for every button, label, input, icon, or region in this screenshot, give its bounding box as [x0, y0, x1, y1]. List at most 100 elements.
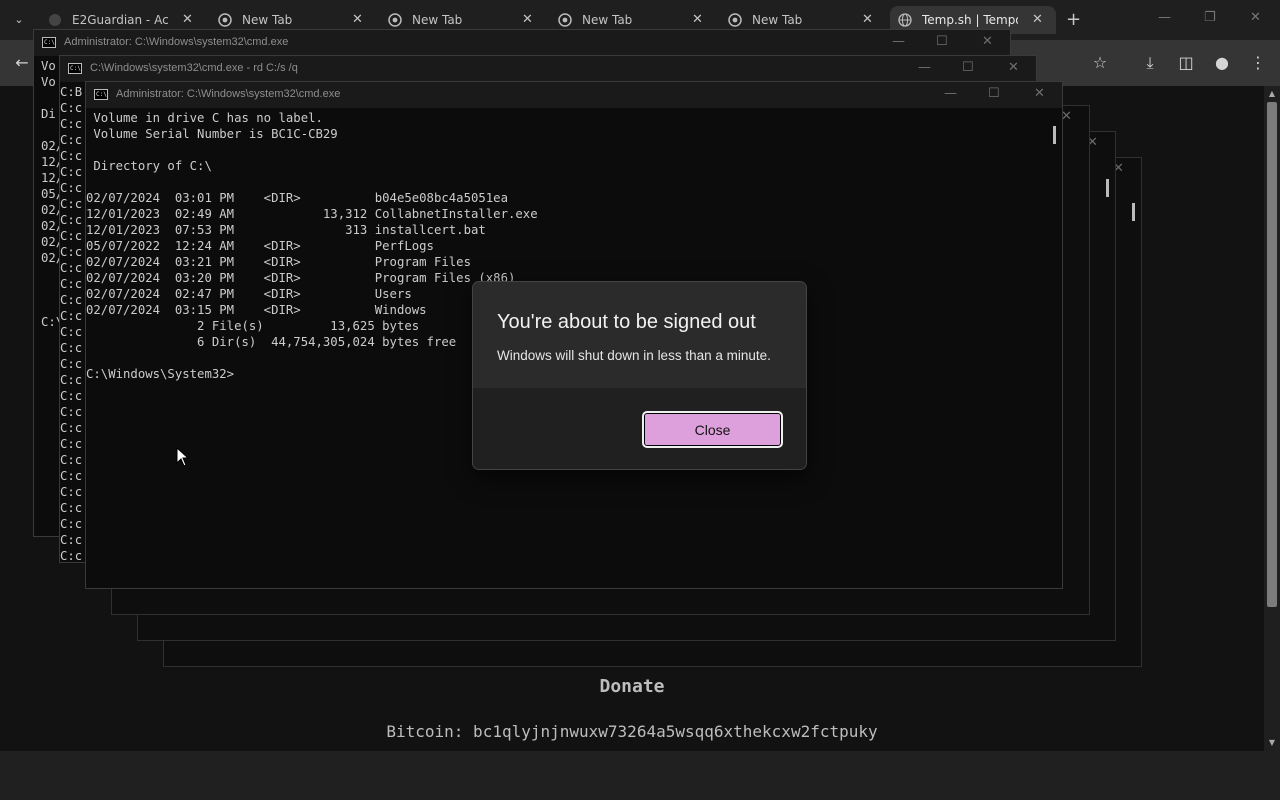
console-line: C:c	[60, 501, 83, 515]
console-line: C:c	[60, 549, 83, 563]
console-line: 2 File(s) 13,625 bytes	[86, 319, 420, 333]
console-line: C:c	[60, 101, 83, 115]
chrome-icon	[218, 13, 232, 27]
console-line: C:c	[60, 453, 83, 467]
console-line: 12/01/2023 02:49 AM 13,312 CollabnetInst…	[86, 207, 538, 221]
minimize-icon[interactable]: —	[892, 34, 905, 49]
console-line: C:c	[60, 261, 83, 275]
console-title: C:\Windows\system32\cmd.exe - rd C:/s /q	[90, 62, 298, 74]
scroll-thumb[interactable]	[1267, 102, 1277, 607]
cmd-icon: C:\	[42, 37, 56, 48]
console-line: C:c	[60, 293, 83, 307]
console-line: C:c	[60, 469, 83, 483]
console-cursor-bar	[1132, 203, 1135, 221]
console-line: C:c	[60, 437, 83, 451]
console-line: C:c	[60, 197, 83, 211]
tab-label: New Tab	[412, 13, 463, 27]
console-line: C:c	[60, 485, 83, 499]
e2guardian-icon	[48, 13, 62, 27]
tab-close-icon[interactable]: ✕	[522, 12, 533, 27]
console-line: C:B	[60, 85, 83, 99]
console-line: 12/01/2023 07:53 PM 313 installcert.bat	[86, 223, 486, 237]
console-line: Volume Serial Number is BC1C-CB29	[86, 127, 338, 141]
close-icon[interactable]: ✕	[982, 34, 993, 49]
console-line: C:\Windows\System32>	[86, 367, 235, 381]
console-scrollbar[interactable]	[1053, 126, 1056, 144]
console-titlebar[interactable]: C:\ Administrator: C:\Windows\system32\c…	[86, 82, 1062, 108]
console-line: C:c	[60, 421, 83, 435]
close-icon[interactable]: ✕	[1008, 60, 1019, 75]
taskbar-area	[0, 751, 1280, 800]
tab-close-icon[interactable]: ✕	[352, 12, 363, 27]
tab-close-icon[interactable]: ✕	[862, 12, 873, 27]
console-line: C:c	[60, 245, 83, 259]
console-cursor-bar	[1106, 179, 1109, 197]
minimize-browser-icon[interactable]: —	[1158, 10, 1171, 25]
console-line: 02/07/2024 03:21 PM <DIR> Program Files	[86, 255, 471, 269]
tab-label: E2Guardian - Acce	[72, 13, 168, 27]
bitcoin-address: Bitcoin: bc1qlyjnjnwuxw73264a5wsqq6xthek…	[386, 722, 878, 741]
tab-close-icon[interactable]: ✕	[692, 12, 703, 27]
console-line: C:c	[60, 373, 83, 387]
console-line: C:c	[60, 149, 83, 163]
page-scrollbar[interactable]: ▲ ▼	[1264, 86, 1280, 751]
tab-label: Temp.sh | Tempora	[922, 13, 1018, 27]
console-titlebar[interactable]: C:\ Administrator: C:\Windows\system32\c…	[34, 30, 1010, 56]
console-output: Volume in drive C has no label. Volume S…	[86, 110, 538, 382]
menu-icon[interactable]: ⋮	[1247, 52, 1269, 74]
tab-label: New Tab	[242, 13, 293, 27]
console-line: C:c	[60, 165, 83, 179]
console-line: 02/07/2024 03:15 PM <DIR> Windows	[86, 303, 427, 317]
chrome-icon	[558, 13, 572, 27]
scroll-down-icon[interactable]: ▼	[1267, 738, 1277, 747]
download-icon[interactable]: ⤓	[1139, 52, 1161, 74]
maximize-icon[interactable]: ☐	[936, 34, 948, 49]
console-line: C:c	[60, 341, 83, 355]
new-tab-button[interactable]: +	[1066, 9, 1081, 30]
tab-search-chevron-icon[interactable]: ⌄	[8, 10, 30, 30]
scroll-up-icon[interactable]: ▲	[1267, 89, 1277, 98]
console-line: Directory of C:\	[86, 159, 212, 173]
minimize-icon[interactable]: —	[918, 60, 931, 75]
console-line: C:c	[60, 133, 83, 147]
tab-close-icon[interactable]: ✕	[1032, 12, 1043, 27]
close-icon[interactable]: ✕	[1034, 86, 1045, 101]
console-line: C:c	[60, 229, 83, 243]
tab-label: New Tab	[582, 13, 633, 27]
tab-close-icon[interactable]: ✕	[182, 12, 193, 27]
restore-browser-icon[interactable]: ❐	[1204, 10, 1216, 25]
console-line: C:c	[60, 357, 83, 371]
console-title: Administrator: C:\Windows\system32\cmd.e…	[64, 36, 289, 48]
cmd-icon: C:\	[68, 63, 82, 74]
back-icon[interactable]: ←	[11, 52, 33, 74]
console-line: C:c	[60, 117, 83, 131]
console-line: 6 Dir(s) 44,754,305,024 bytes free	[86, 335, 457, 349]
console-titlebar[interactable]: C:\ C:\Windows\system32\cmd.exe - rd C:/…	[60, 56, 1036, 82]
globe-icon	[898, 13, 912, 27]
console-line: C:c	[60, 389, 83, 403]
console-line: C:c	[60, 325, 83, 339]
console-line: 02/07/2024 03:01 PM <DIR> b04e5e08bc4a50…	[86, 191, 508, 205]
maximize-icon[interactable]: ☐	[988, 86, 1000, 101]
console-output: C:B C:c C:c C:c C:c C:c C:c C:c C:c C:c C:c C:c C:c C…	[60, 84, 86, 564]
chrome-icon	[728, 13, 742, 27]
star-icon[interactable]: ☆	[1089, 52, 1111, 74]
tab-label: New Tab	[752, 13, 803, 27]
dialog-message: Windows will shut down in less than a mi…	[497, 348, 771, 363]
profile-icon[interactable]: ●	[1211, 52, 1233, 74]
console-line: C:c	[60, 517, 83, 531]
maximize-icon[interactable]: ☐	[962, 60, 974, 75]
console-line: 02/07/2024 02:47 PM <DIR> Users	[86, 287, 412, 301]
close-browser-icon[interactable]: ✕	[1250, 10, 1261, 25]
minimize-icon[interactable]: —	[944, 86, 957, 101]
console-line: 05/07/2022 12:24 AM <DIR> PerfLogs	[86, 239, 434, 253]
close-button[interactable]: Close	[642, 411, 783, 448]
console-line: C:c	[60, 181, 83, 195]
sidepanel-icon[interactable]: ◫	[1175, 52, 1197, 74]
console-title: Administrator: C:\Windows\system32\cmd.e…	[116, 88, 341, 100]
console-line: C:c	[60, 309, 83, 323]
dialog-body	[473, 282, 806, 388]
